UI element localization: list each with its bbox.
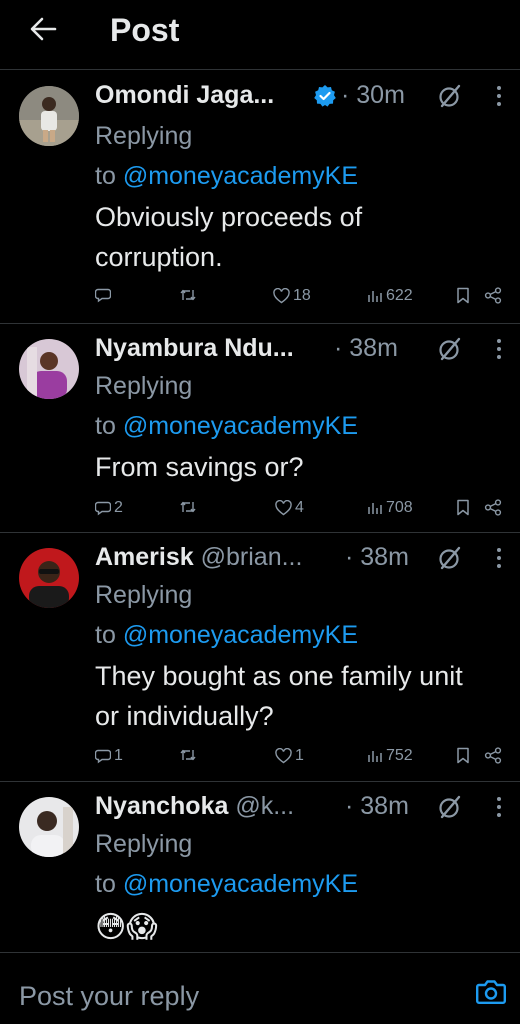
repost-button[interactable] [179,499,197,515]
comment-icon [95,288,111,303]
avatar[interactable] [19,86,79,146]
mention-link[interactable]: @moneyacademyKE [123,162,358,190]
views-icon [368,751,382,762]
like-button[interactable]: 18 [273,287,311,305]
bookmark-button[interactable] [456,499,470,516]
heart-icon [275,500,292,516]
heart-icon [273,288,290,304]
display-name[interactable]: Nyambura Ndu... [95,334,294,363]
reply-text: They bought as one family unit or indivi… [95,661,463,731]
more-options-icon[interactable] [496,85,502,112]
user-handle[interactable]: @brian... [201,543,303,571]
views-icon [368,291,382,302]
views-button[interactable]: 752 [367,747,413,765]
timestamp[interactable]: · 38m [345,543,409,572]
action-bar: 18 622 [95,287,510,313]
mention-link[interactable]: @moneyacademyKE [123,870,358,898]
page-title: Post [110,12,180,48]
back-button[interactable] [26,12,60,46]
timestamp[interactable]: · 38m [334,334,398,363]
replying-label: Replying to @moneyacademyKE [95,830,359,898]
repost-icon [180,749,196,761]
reply-item[interactable]: Nyanchoka @k... · 38m Replying to @money… [0,782,520,952]
bookmark-button[interactable] [456,287,470,304]
timestamp[interactable]: · 38m [345,792,409,821]
share-icon [484,499,502,516]
action-bar: 2 4 708 [95,499,510,525]
avatar[interactable] [19,548,79,608]
views-button[interactable]: 622 [367,287,413,305]
bookmark-icon [457,747,469,764]
verified-badge-icon [313,84,337,113]
reply-text: Obviously proceeds of corruption. [95,202,363,272]
replying-label: Replying to @moneyacademyKE [95,372,359,440]
comment-icon [95,501,111,516]
camera-button[interactable] [476,979,506,1010]
comment-icon [95,749,111,764]
repost-button[interactable] [179,747,197,763]
reply-input[interactable]: Post your reply [19,981,199,1012]
like-button[interactable]: 4 [275,499,304,517]
camera-icon [476,980,506,1004]
grok-icon[interactable] [437,336,463,367]
avatar[interactable] [19,797,79,857]
grok-icon[interactable] [437,794,463,825]
replying-label: Replying to @moneyacademyKE [95,581,359,649]
back-arrow-icon [30,17,57,41]
reply-button[interactable]: 2 [95,499,123,517]
share-icon [484,747,502,764]
more-options-icon[interactable] [496,338,502,365]
more-options-icon[interactable] [496,547,502,574]
share-button[interactable] [484,499,502,516]
bookmark-icon [457,287,469,304]
grok-icon[interactable] [437,83,463,114]
repost-button[interactable] [179,287,197,303]
display-name[interactable]: Nyanchoka @k... [95,792,294,821]
user-handle[interactable]: @k... [235,792,294,820]
display-name[interactable]: Amerisk @brian... [95,543,302,572]
replying-label: Replying to @moneyacademyKE [95,122,359,190]
reply-button[interactable]: 1 [95,747,123,765]
like-button[interactable]: 1 [275,747,304,765]
avatar[interactable] [19,339,79,399]
reply-button[interactable] [95,287,114,303]
grok-icon[interactable] [437,545,463,576]
reply-item[interactable]: Omondi Jaga... · 30m Replying to @moneya… [0,71,520,324]
share-button[interactable] [484,747,502,764]
share-icon [484,287,502,304]
reply-item[interactable]: Amerisk @brian... · 38m Replying to @mon… [0,533,520,782]
bookmark-button[interactable] [456,747,470,764]
action-bar: 1 1 752 [95,747,510,773]
heart-icon [275,748,292,764]
mention-link[interactable]: @moneyacademyKE [123,621,358,649]
timestamp[interactable]: · 30m [341,81,405,110]
views-icon [368,503,382,514]
views-button[interactable]: 708 [367,499,413,517]
reply-text: From savings or? [95,452,304,482]
mention-link[interactable]: @moneyacademyKE [123,412,358,440]
reply-text: 😳😱 [95,911,158,944]
top-bar: Post [0,0,520,70]
reply-item[interactable]: Nyambura Ndu... · 38m Replying to @money… [0,324,520,533]
repost-icon [180,501,196,513]
repost-icon [180,289,196,301]
bookmark-icon [457,499,469,516]
more-options-icon[interactable] [496,796,502,823]
display-name[interactable]: Omondi Jaga... [95,81,274,110]
reply-composer: Post your reply [0,952,520,1024]
share-button[interactable] [484,287,502,304]
